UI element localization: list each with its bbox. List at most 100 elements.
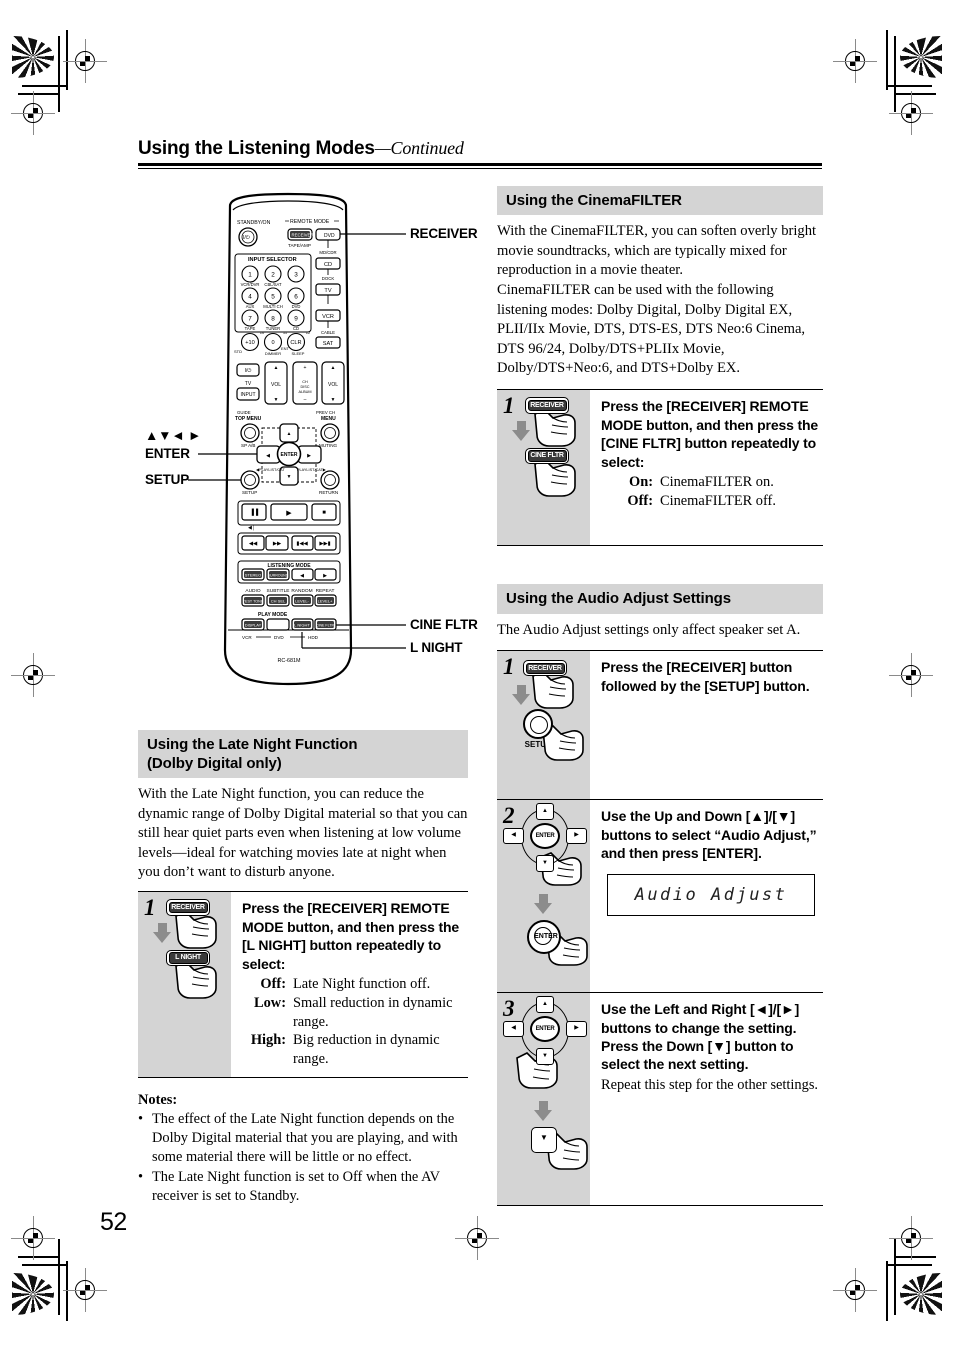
svg-text:TEST TONE: TEST TONE <box>243 600 264 604</box>
arrow-stem <box>517 420 526 430</box>
cine-fltr-button-label: CINE FLTR <box>527 450 567 462</box>
crop-mark-bottom-right-h <box>886 1264 932 1266</box>
option-key: High: <box>250 1032 286 1049</box>
svg-text:STEREO: STEREO <box>245 573 261 578</box>
dpad-up-key: ▲ <box>536 996 554 1014</box>
cinemafilter-steps: 1 RECEIVER CINE FLTR Press the [RECEIVER… <box>497 389 823 547</box>
crop-mark-bottom-left-v2 <box>66 1261 68 1321</box>
audio-adjust-steps: 1 RECEIVER SETUP Press the [RECEIVER] bu… <box>497 650 823 1207</box>
option-value-cont: range. <box>293 1013 329 1030</box>
arrow-head <box>512 694 530 706</box>
right-column: Using the CinemaFILTER With the CinemaFI… <box>497 186 823 1207</box>
svg-text:SP A/B: SP A/B <box>241 443 255 448</box>
arrow-head <box>534 1110 552 1122</box>
notes-title: Notes: <box>138 1091 178 1108</box>
svg-text:LISTENING MODE: LISTENING MODE <box>267 563 311 569</box>
step-body: Press the [RECEIVER] REMOTE MODE button,… <box>231 892 468 1076</box>
dpad-enter-key: ENTER <box>530 1016 560 1043</box>
section-heading-audio-adjust: Using the Audio Adjust Settings <box>497 584 823 614</box>
svg-text:▶: ▶ <box>307 453 311 459</box>
svg-text:VOL: VOL <box>271 382 281 388</box>
pointing-hand-icon <box>175 961 217 999</box>
svg-text:SUBTITLE: SUBTITLE <box>267 588 290 594</box>
step-body: Use the Up and Down [▲]/[▼] buttons to s… <box>590 800 823 992</box>
up-arrow-icon: ▲ <box>542 1001 548 1008</box>
arrow-head <box>153 931 171 943</box>
dpad-enter-label: ENTER <box>535 1026 555 1033</box>
right-arrow-icon: ▶ <box>574 1025 579 1032</box>
pointing-hand-icon <box>532 671 574 710</box>
option-key: Off: <box>627 493 653 510</box>
display-readout-text: Audio Adjust <box>634 885 788 906</box>
svg-text:I/⏻: I/⏻ <box>245 368 252 374</box>
svg-text:DVD: DVD <box>292 304 301 309</box>
svg-text:LEVEL+: LEVEL+ <box>318 599 333 604</box>
option-value: CinemaFILTER on. <box>660 474 774 491</box>
svg-text:REPEAT: REPEAT <box>316 588 335 594</box>
note-item: • The Late Night function is set to Off … <box>138 1168 468 1206</box>
registration-mark-top-left <box>63 39 107 83</box>
svg-text:MD/CDR: MD/CDR <box>319 250 336 255</box>
option-key: On: <box>629 474 653 491</box>
svg-text:AUX: AUX <box>246 304 255 309</box>
svg-text:TV: TV <box>324 288 331 294</box>
svg-text:CD: CD <box>324 262 332 268</box>
late-night-heading-line1: Using the Late Night Function <box>147 736 358 753</box>
step-row: 1 RECEIVER <box>138 891 468 1078</box>
crop-mark-top-left-h2 <box>18 93 58 95</box>
note-text: The Late Night function is set to Off wh… <box>152 1168 440 1204</box>
step-instruction: Press the [RECEIVER] button followed by … <box>601 659 810 694</box>
display-readout: Audio Adjust <box>607 874 815 917</box>
svg-text:◀│: ◀│ <box>248 524 255 531</box>
note-text: The effect of the Late Night function de… <box>152 1110 458 1165</box>
remote-control-illustration: STANDBY/ON REMOTE MODE I/⏻ RECEIVER DVD … <box>138 192 483 702</box>
svg-text:CLR: CLR <box>290 340 301 346</box>
svg-text:LEVEL-: LEVEL- <box>295 599 309 604</box>
svg-text:I/⏻: I/⏻ <box>243 235 250 241</box>
svg-text:DISC: DISC <box>300 385 309 389</box>
bullet-icon: • <box>138 1168 144 1185</box>
crop-mark-bottom-right-v2 <box>886 1261 888 1321</box>
svg-text:ALBUM: ALBUM <box>298 390 311 394</box>
svg-text:DOCK: DOCK <box>322 276 335 281</box>
callout-setup: SETUP <box>145 472 190 487</box>
page-number: 52 <box>100 1208 127 1236</box>
svg-text:VCR/DVR: VCR/DVR <box>241 282 260 287</box>
svg-text:PREV CH: PREV CH <box>316 410 335 415</box>
arrow-head <box>534 903 552 915</box>
late-night-steps: 1 RECEIVER L NIGHT Press the [RECEIVER] … <box>138 891 468 1078</box>
svg-text:CABLE: CABLE <box>321 330 335 335</box>
crop-mark-top-left-h <box>22 85 68 87</box>
callout-l-night: L NIGHT <box>410 640 463 655</box>
svg-text:GUIDE: GUIDE <box>237 410 251 415</box>
svg-text:0: 0 <box>271 340 274 346</box>
audio-adjust-intro: The Audio Adjust settings only affect sp… <box>497 621 801 638</box>
arrow-stem <box>158 922 167 932</box>
halftone-swatch-bottom-right <box>900 1273 942 1315</box>
svg-text:▲: ▲ <box>274 365 279 371</box>
option-row: On: CinemaFILTER on. <box>601 473 821 492</box>
option-row: Off: Late Night function off. <box>242 975 466 994</box>
callout-arrows: ▲▼◄ ► <box>145 428 202 443</box>
step-instruction: Use the Up and Down [▲]/[▼] buttons to s… <box>601 808 817 861</box>
registration-mark-right-middle <box>889 653 933 697</box>
svg-text:STD: STD <box>234 349 242 354</box>
svg-text:PLAYLIST/CAT▶: PLAYLIST/CAT▶ <box>297 468 327 472</box>
step-gutter: 3 ▲ ▼ ◀ ▶ ENTER ▼ <box>497 993 590 1206</box>
svg-text:+: + <box>304 365 307 371</box>
receiver-button-label: RECEIVER <box>168 901 208 914</box>
svg-text:VCR: VCR <box>242 635 252 640</box>
svg-text:SURROUND: SURROUND <box>268 574 289 578</box>
dpad-enter-key: ENTER <box>530 823 560 850</box>
down-arrow-icon: ▼ <box>542 1053 548 1060</box>
page-title-main: Using the Listening Modes <box>138 138 375 159</box>
step-gutter: 2 ▲ ▼ ◀ ▶ ENTER ENTER <box>497 800 590 993</box>
arrow-stem <box>517 685 526 695</box>
step-body: Use the Left and Right [◄]/[►] buttons t… <box>590 993 823 1205</box>
registration-mark-bottom-left-upper <box>11 1216 55 1260</box>
crop-mark-bottom-left-v <box>58 1239 60 1315</box>
svg-text:DIMMER: DIMMER <box>265 351 281 356</box>
dpad-enter-label: ENTER <box>535 833 555 840</box>
callout-cine-fltr: CINE FLTR <box>410 617 478 632</box>
cinemafilter-paragraph-2: CinemaFILTER can be used with the follow… <box>497 282 806 377</box>
